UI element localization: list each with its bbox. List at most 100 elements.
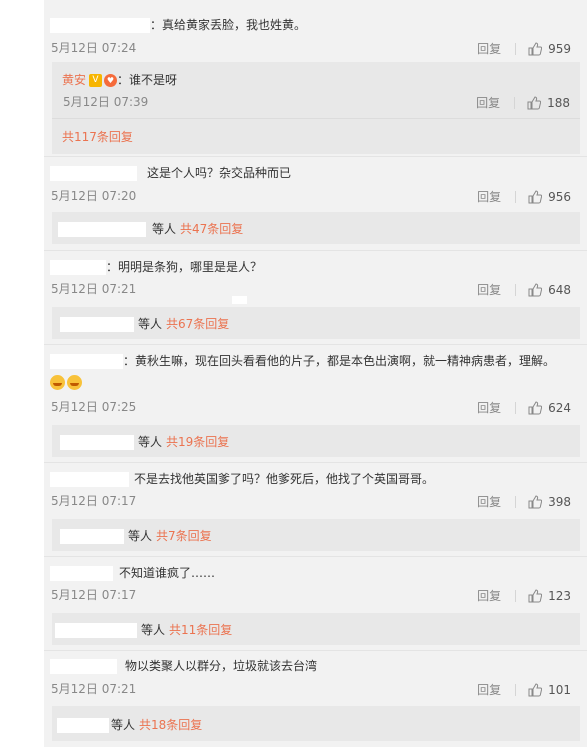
redacted-username <box>50 18 150 33</box>
like-button[interactable]: 101 <box>528 683 571 697</box>
more-replies-link[interactable]: 共47条回复 <box>180 222 243 236</box>
divider <box>515 589 517 602</box>
redacted-username <box>50 472 129 487</box>
divider <box>52 118 580 119</box>
comment-time: 5月12日 07:17 <box>51 494 137 508</box>
comment-item: 不知道谁疯了…… 5月12日 07:17 回复 123 等人 共11条回复 <box>44 557 587 650</box>
redacted-username <box>50 166 137 181</box>
thumbs-up-icon <box>528 588 543 602</box>
comment-text: 物以类聚人以群分，垃圾就该去台湾 <box>125 659 318 673</box>
comment-line: 不是去找他英国爹了吗？他爹死后，他找了个英国哥哥。 <box>50 471 434 487</box>
reply-button[interactable]: 回复 <box>477 40 501 57</box>
comment-item: ：明明是条狗，哪里是是人？ 5月12日 07:21 回复 648 等人 共67条回… <box>44 251 587 344</box>
sub-reply-box: 等人 共19条回复 <box>52 425 580 457</box>
comment-actions: 回复 101 <box>477 681 571 698</box>
redacted-username <box>50 354 123 369</box>
comment-actions: 回复 959 <box>477 40 571 57</box>
sub-reply-box: 等人 共7条回复 <box>52 519 580 551</box>
comment-item: 不是去找他英国爹了吗？他爹死后，他找了个英国哥哥。 5月12日 07:17 回复… <box>44 463 587 556</box>
more-replies-row[interactable]: 等人 共18条回复 <box>57 716 202 733</box>
more-replies-link[interactable]: 共67条回复 <box>166 317 229 331</box>
comment-text: 这是个人吗？杂交品种而已 <box>147 166 292 180</box>
redacted-username <box>57 718 109 733</box>
more-replies-row[interactable]: 等人 共47条回复 <box>58 220 243 237</box>
like-button[interactable]: 398 <box>528 495 571 509</box>
comment-actions: 回复 648 <box>477 281 571 298</box>
comment-item: 物以类聚人以群分，垃圾就该去台湾 5月12日 07:21 回复 101 等人 共1… <box>44 651 587 747</box>
like-count: 956 <box>548 189 571 204</box>
more-replies-row[interactable]: 等人 共11条回复 <box>55 621 232 638</box>
like-button[interactable]: 648 <box>528 283 571 297</box>
more-replies-link[interactable]: 共18条回复 <box>139 718 202 732</box>
comment-line: 不知道谁疯了…… <box>50 565 215 581</box>
etc-label: 等人 <box>128 529 153 543</box>
divider <box>514 96 516 109</box>
reply-button[interactable]: 回复 <box>477 587 501 604</box>
etc-label: 等人 <box>152 222 177 236</box>
comment-line: ：明明是条狗，哪里是是人？ <box>50 259 262 275</box>
divider <box>515 283 517 296</box>
reply-button[interactable]: 回复 <box>477 399 501 416</box>
reply-button[interactable]: 回复 <box>477 281 501 298</box>
sub-reply-box: 等人 共67条回复 <box>52 307 580 339</box>
like-button[interactable]: 624 <box>528 401 571 415</box>
sub-reply-box: 等人 共18条回复 <box>52 706 580 741</box>
redacted-username <box>50 566 113 581</box>
divider <box>515 42 517 55</box>
redacted-username <box>60 317 134 332</box>
redacted-username <box>50 659 117 674</box>
more-replies-link[interactable]: 共11条回复 <box>169 623 232 637</box>
like-count: 188 <box>547 95 570 110</box>
comment-time: 5月12日 07:21 <box>51 282 137 296</box>
comment-line: 物以类聚人以群分，垃圾就该去台湾 <box>50 658 317 674</box>
more-replies-link[interactable]: 共7条回复 <box>156 529 212 543</box>
sub-reply-box: 等人 共47条回复 <box>52 212 580 244</box>
etc-label: 等人 <box>138 435 163 449</box>
like-button[interactable]: 956 <box>528 190 571 204</box>
more-replies-row[interactable]: 等人 共67条回复 <box>60 315 229 332</box>
divider <box>515 190 517 203</box>
sub-reply-line: 黄安 V ♥ ：谁不是呀 <box>62 72 177 88</box>
left-margin <box>0 0 44 747</box>
more-replies-link[interactable]: 共19条回复 <box>166 435 229 449</box>
fan-badge-icon: ♥ <box>104 74 118 87</box>
comment-text: ：明明是条狗，哪里是是人？ <box>106 260 263 274</box>
divider <box>515 495 517 508</box>
comment-actions: 回复 123 <box>477 587 571 604</box>
thumbs-up-icon <box>528 682 543 696</box>
comment-text: 不是去找他英国爹了吗？他爹死后，他找了个英国哥哥。 <box>134 472 435 486</box>
more-replies-link[interactable]: 共117条回复 <box>62 128 133 145</box>
comment-text: ：黄秋生嘛，现在回头看看他的片子，都是本色出演啊，就一精神病患者，理解。 <box>123 354 556 368</box>
comment-text: ：真给黄家丢脸，我也姓黄。 <box>150 18 307 32</box>
redaction-fragment <box>232 296 247 304</box>
comment-actions: 回复 956 <box>477 188 571 205</box>
like-button[interactable]: 123 <box>528 589 571 603</box>
like-count: 123 <box>548 588 571 603</box>
more-replies-row[interactable]: 等人 共19条回复 <box>60 433 229 450</box>
thumbs-up-icon <box>527 95 542 109</box>
thumbs-up-icon <box>528 494 543 508</box>
reply-button[interactable]: 回复 <box>477 493 501 510</box>
divider <box>515 683 517 696</box>
reply-button[interactable]: 回复 <box>476 94 500 111</box>
thumbs-up-icon <box>528 41 543 55</box>
comment-line: ：黄秋生嘛，现在回头看看他的片子，都是本色出演啊，就一精神病患者，理解。 <box>50 353 555 369</box>
comment-time: 5月12日 07:20 <box>51 189 137 203</box>
like-count: 624 <box>548 400 571 415</box>
etc-label: 等人 <box>141 623 166 637</box>
like-count: 101 <box>548 682 571 697</box>
sub-reply-box: 等人 共11条回复 <box>52 613 580 645</box>
like-count: 959 <box>548 41 571 56</box>
more-replies-row[interactable]: 等人 共7条回复 <box>60 527 212 544</box>
sub-reply-actions: 回复 188 <box>476 94 570 111</box>
comment-line: 这是个人吗？杂交品种而已 <box>50 165 291 181</box>
redacted-username <box>60 529 124 544</box>
reply-button[interactable]: 回复 <box>477 681 501 698</box>
laugh-cry-emoji-icon <box>50 375 65 390</box>
sub-reply-user[interactable]: 黄安 <box>62 73 86 87</box>
sub-reply-box: 黄安 V ♥ ：谁不是呀 5月12日 07:39 回复 188 共117条回复 <box>52 62 580 154</box>
reply-button[interactable]: 回复 <box>477 188 501 205</box>
like-button[interactable]: 188 <box>527 96 570 110</box>
like-count: 648 <box>548 282 571 297</box>
like-button[interactable]: 959 <box>528 42 571 56</box>
